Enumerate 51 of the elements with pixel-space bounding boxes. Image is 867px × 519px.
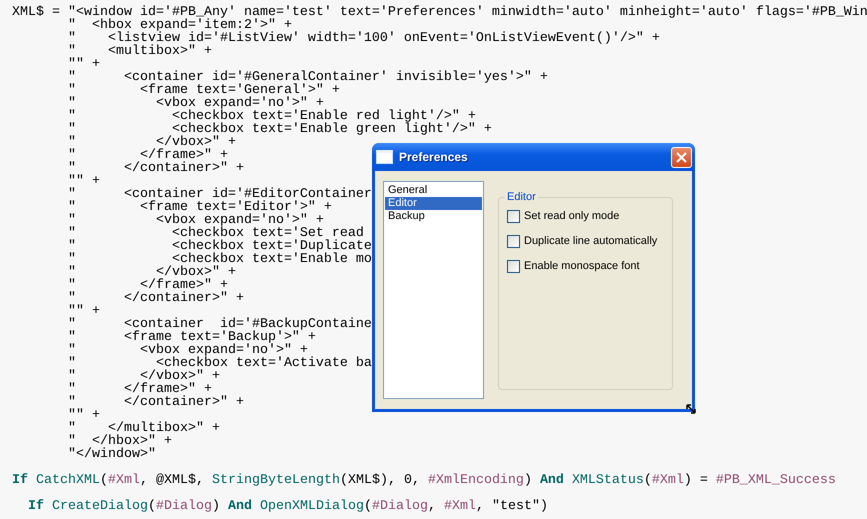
code-line: XML$ = "<window id='#PB_Any' name='test' text='Preferences' minwidth='auto' minheight='auto' flags='#PB_Win bbox=[12, 6, 867, 19]
checkbox[interactable] bbox=[507, 235, 520, 248]
code-line: If CreateDialog(#Dialog) And OpenXMLDialog(#Dialog, #Xml, "test") bbox=[26, 500, 548, 513]
code-line: " <frame text='Editor'>" + bbox=[66, 201, 332, 214]
code-line: " </frame>" + bbox=[66, 149, 228, 162]
list-item[interactable]: General bbox=[385, 184, 482, 197]
code-line: " <listview id='#ListView' width='100' onEvent='OnListViewEvent()'/>" + bbox=[66, 32, 660, 45]
resize-grip-icon[interactable] bbox=[686, 404, 696, 414]
checkbox-label: Set read only mode bbox=[524, 210, 620, 223]
code-line: " <frame text='Backup'>" + bbox=[66, 331, 316, 344]
checkbox-label: Enable monospace font bbox=[524, 260, 640, 273]
code-line: "" + bbox=[66, 175, 100, 188]
code-line: "" + bbox=[66, 305, 100, 318]
code-line: " </vbox>" + bbox=[66, 370, 220, 383]
list-item[interactable]: Backup bbox=[385, 210, 482, 223]
code-line: " <container id='#EditorContainer bbox=[66, 188, 372, 201]
code-line: " </frame>" + bbox=[66, 279, 228, 292]
code-line: " <checkbox text='Enable red light'/>" + bbox=[66, 110, 476, 123]
code-line: " <checkbox text='Set read bbox=[66, 227, 364, 240]
code-line: " </container>" + bbox=[66, 162, 244, 175]
code-line: " <vbox expand='no'>" + bbox=[66, 344, 308, 357]
code-line: " <container id='#BackupContaine bbox=[66, 318, 372, 331]
close-icon bbox=[676, 152, 687, 162]
window-title: Preferences bbox=[399, 150, 469, 164]
checkbox[interactable] bbox=[507, 260, 520, 273]
code-line: " </container>" + bbox=[66, 292, 244, 305]
code-line: " </vbox>" + bbox=[66, 266, 236, 279]
code-line: " </vbox>" + bbox=[66, 136, 236, 149]
code-line: " <checkbox text='Duplicate bbox=[66, 240, 372, 253]
code-line: " <checkbox text='Enable green light'/>" + bbox=[66, 123, 492, 136]
code-line: " <vbox expand='no'>" + bbox=[66, 97, 324, 110]
code-line: "" + bbox=[66, 58, 100, 71]
code-line: " </container>" + bbox=[66, 396, 244, 409]
code-line: " </frame>" + bbox=[66, 383, 212, 396]
code-line: " <container id='#GeneralContainer' invisible='yes'>" + bbox=[66, 71, 548, 84]
window-icon bbox=[376, 150, 393, 164]
code-line: " <checkbox text='Activate ba bbox=[66, 357, 372, 370]
code-line: " <vbox expand='no'>" + bbox=[66, 214, 324, 227]
close-button[interactable] bbox=[671, 146, 692, 168]
code-line: "" + bbox=[66, 409, 100, 422]
code-line: " <multibox>" + bbox=[66, 45, 212, 58]
list-item[interactable]: Editor bbox=[385, 197, 482, 210]
code-line: " <frame text='General'>" + bbox=[66, 84, 340, 97]
code-line: " <hbox expand='item:2'>" + bbox=[66, 19, 292, 32]
code-line: " </hbox>" + bbox=[66, 435, 172, 448]
code-line: " </multibox>" + bbox=[66, 422, 220, 435]
code-line: If CatchXML(#Xml, @XML$, StringByteLength(XML$), 0, #XmlEncoding) And XMLStatus(#Xml) = #PB_XML_Success bbox=[12, 474, 836, 487]
code-line: "</window>" bbox=[66, 448, 156, 461]
checkbox[interactable] bbox=[507, 210, 520, 223]
checkbox-label: Duplicate line automatically bbox=[524, 235, 658, 248]
code-line: " <checkbox text='Enable mo bbox=[66, 253, 372, 266]
